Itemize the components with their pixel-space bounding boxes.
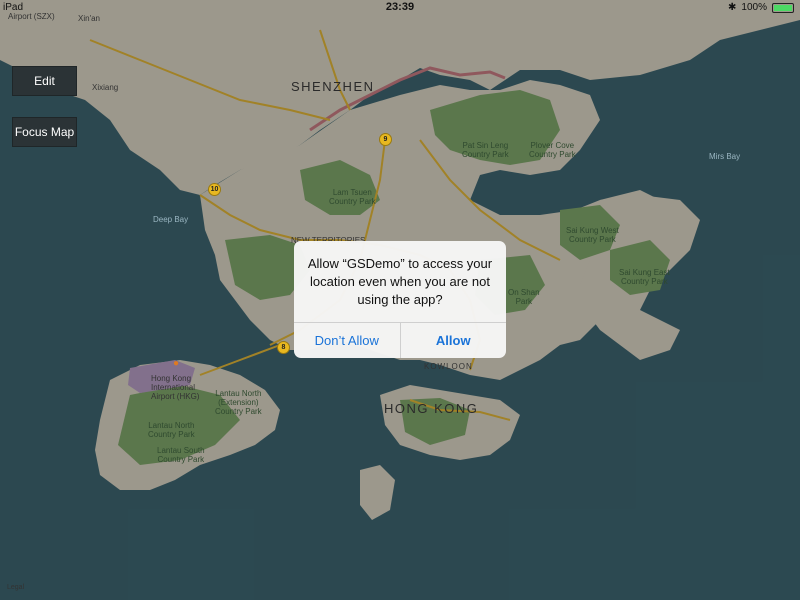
map-label-lam-tsuen: Lam Tsuen Country Park: [329, 188, 376, 206]
map-label-kowloon: KOWLOON: [424, 362, 473, 371]
battery-percent: 100%: [741, 2, 767, 13]
map-label-lantau-south: Lantau South Country Park: [157, 446, 205, 464]
map-label-lantau-north: Lantau North Country Park: [148, 421, 195, 439]
status-bar: iPad 23:39 ✱ 100%: [0, 0, 800, 15]
map-label-shenzhen: SHENZHEN: [291, 79, 375, 94]
location-permission-alert: Allow “GSDemo” to access your location e…: [294, 241, 506, 358]
alert-message: Allow “GSDemo” to access your location e…: [307, 256, 493, 307]
allow-button[interactable]: Allow: [399, 323, 507, 358]
map-label-pat-sin-leng: Pat Sin Leng Country Park: [462, 141, 509, 159]
map-label-sai-kung-east: Sai Kung East Country Park: [619, 268, 670, 286]
clock: 23:39: [385, 1, 415, 13]
route-shield-10: 10: [208, 183, 221, 196]
map-label-xixiang: Xixiang: [92, 83, 119, 92]
map-label-ma-on-shan: On Shan Park: [508, 288, 540, 306]
status-right: ✱ 100%: [728, 2, 794, 13]
legal-link[interactable]: Legal: [7, 584, 24, 591]
edit-button[interactable]: Edit: [12, 66, 77, 96]
map-label-mirs-bay: Mirs Bay: [709, 152, 741, 161]
route-shield-9: 9: [379, 133, 392, 146]
focus-map-button[interactable]: Focus Map: [12, 117, 77, 147]
map-label-sai-kung-west: Sai Kung West Country Park: [566, 226, 619, 244]
airport-pin-icon: ●: [173, 358, 180, 369]
map-label-plover-cove: Plover Cove Country Park: [529, 141, 576, 159]
map-label-deep-bay: Deep Bay: [153, 215, 189, 224]
route-shield-8: 8: [277, 341, 290, 354]
dont-allow-button[interactable]: Don’t Allow: [294, 323, 400, 358]
map-label-hong-kong: HONG KONG: [384, 401, 479, 416]
map-label-xinan: Xin'an: [78, 14, 100, 23]
alert-button-row: Don’t Allow Allow: [294, 322, 506, 358]
battery-icon: [772, 2, 794, 13]
map-label-lantau-north-ext: Lantau North (Extension) Country Park: [215, 389, 262, 416]
map-label-hk-airport: Hong Kong International Airport (HKG): [151, 374, 200, 401]
bluetooth-icon: ✱: [728, 2, 737, 13]
